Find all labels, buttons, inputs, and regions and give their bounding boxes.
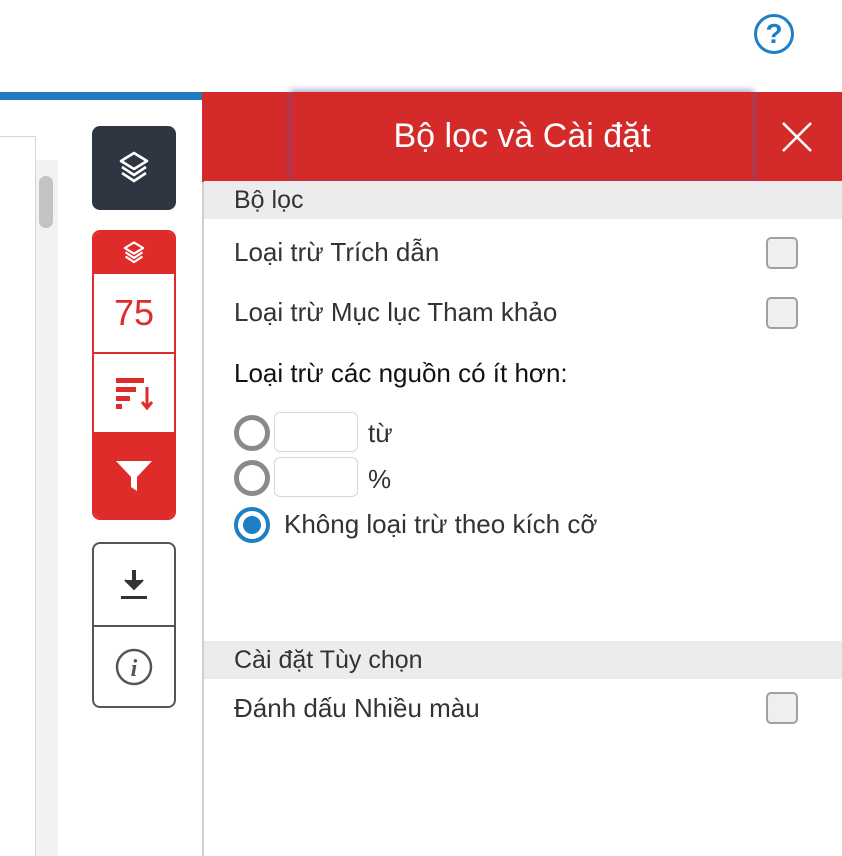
layers-button[interactable] [92, 126, 176, 210]
layers-icon [123, 241, 145, 264]
no-exclusion-radio[interactable] [234, 507, 270, 543]
svg-text:i: i [131, 656, 138, 682]
filter-button[interactable] [94, 434, 174, 518]
exclude-quotes-checkbox[interactable] [766, 237, 798, 269]
close-icon [782, 122, 812, 152]
filters-section-header: Bộ lọc [204, 181, 842, 219]
filter-icon [116, 461, 152, 491]
exclude-small-sources-label: Loại trừ các nguồn có ít hơn: [234, 358, 568, 388]
sort-icon [116, 378, 154, 411]
multicolor-highlighting-checkbox[interactable] [766, 692, 798, 724]
exclude-bibliography-checkbox[interactable] [766, 297, 798, 329]
download-icon [121, 569, 147, 599]
percent-unit-label: % [368, 464, 392, 494]
help-icon[interactable]: ? [754, 14, 794, 54]
tools-panel: i [92, 542, 176, 708]
match-overview-panel: 75 [92, 230, 176, 520]
words-input[interactable] [274, 412, 358, 452]
optional-settings-section-header: Cài đặt Tùy chọn [204, 641, 842, 679]
match-overview-button[interactable] [94, 232, 174, 274]
similarity-score[interactable]: 75 [94, 274, 174, 354]
layers-icon [119, 151, 149, 183]
no-exclusion-label: Không loại trừ theo kích cỡ [284, 509, 598, 539]
exclude-quotes-label: Loại trừ Trích dẫn [234, 237, 440, 267]
close-button[interactable] [752, 92, 842, 182]
exclude-bibliography-label: Loại trừ Mục lục Tham khảo [234, 297, 558, 327]
all-sources-button[interactable] [94, 354, 174, 434]
info-button[interactable]: i [94, 625, 174, 706]
words-unit-label: từ [368, 418, 393, 448]
document-scrollbar[interactable] [36, 160, 58, 856]
percent-radio[interactable] [234, 460, 270, 496]
download-button[interactable] [94, 544, 174, 625]
panel-title: Bộ lọc và Cài đặt [292, 92, 752, 180]
info-icon: i [115, 648, 153, 685]
words-radio[interactable] [234, 415, 270, 451]
document-tab-indicator [0, 92, 203, 100]
multicolor-highlighting-label: Đánh dấu Nhiều màu [234, 693, 480, 723]
percent-input[interactable] [274, 457, 358, 497]
document-viewer [0, 136, 36, 856]
document-scroll-thumb[interactable] [39, 176, 53, 228]
